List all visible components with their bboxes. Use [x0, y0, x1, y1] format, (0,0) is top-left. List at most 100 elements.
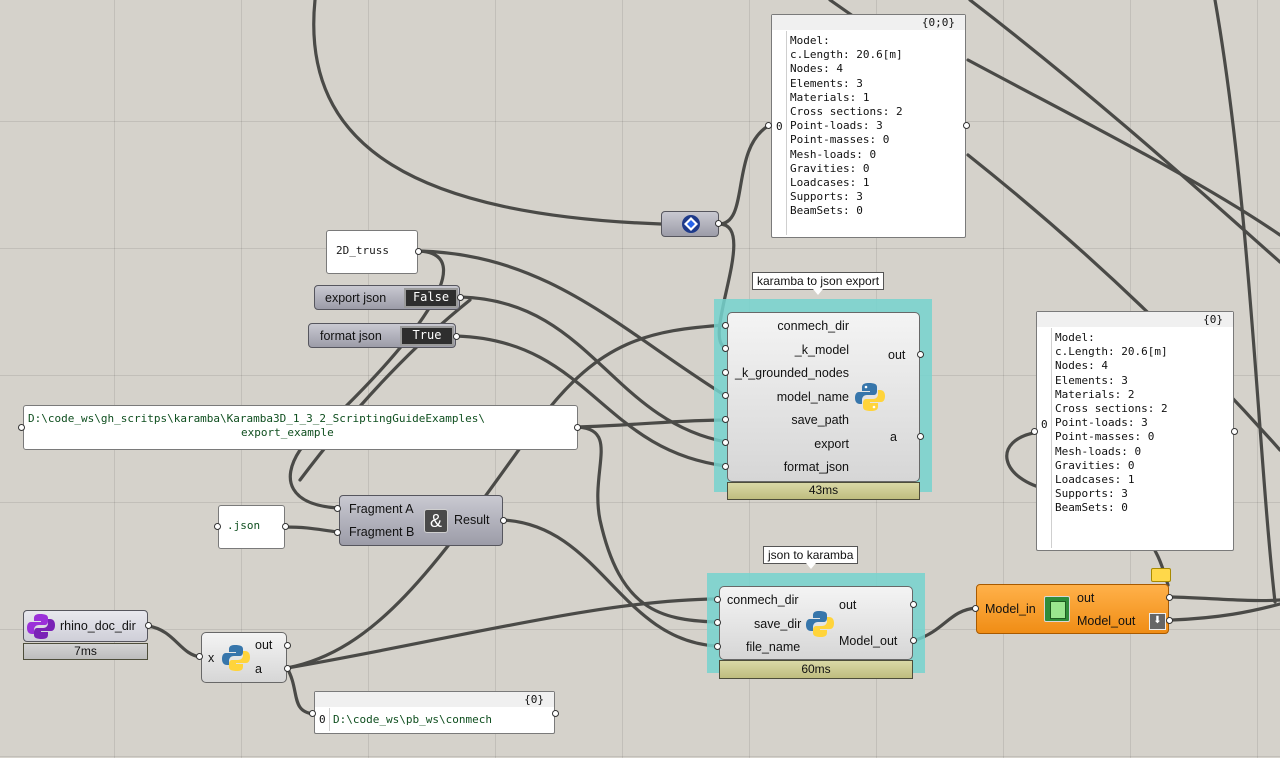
karamba-output-port[interactable]	[715, 220, 722, 227]
disassemble-model-component[interactable]: Model_in out Model_out ⬇	[976, 584, 1169, 634]
save-path-panel[interactable]: D:\code_ws\gh_scritps\karamba\Karamba3D_…	[23, 405, 578, 450]
panel-line: Materials: 2	[1055, 387, 1135, 401]
model-info-panel-right[interactable]: {0} 0 Model: c.Length: 20.6[m] Nodes: 4 …	[1036, 311, 1234, 551]
input-port[interactable]	[334, 505, 341, 512]
output-port[interactable]	[1166, 594, 1173, 601]
panel-line: Mesh-loads: 0	[790, 147, 877, 161]
toggle-value[interactable]: False	[404, 288, 458, 308]
wire	[966, 58, 1280, 237]
output-port[interactable]	[500, 517, 507, 524]
toggle-label: export json	[325, 291, 387, 305]
panel-input-port[interactable]	[214, 523, 221, 530]
panel-output-port[interactable]	[415, 248, 422, 255]
timing-bar: 60ms	[719, 660, 913, 679]
panel-text-line: D:\code_ws\gh_scritps\karamba\Karamba3D_…	[28, 412, 485, 425]
output-port[interactable]	[910, 637, 917, 644]
wire	[914, 606, 978, 642]
panel-text: .json	[227, 519, 261, 532]
input-port[interactable]	[722, 345, 729, 352]
input-model-in: Model_in	[985, 602, 1036, 616]
panel-separator	[329, 708, 330, 731]
input-port[interactable]	[722, 369, 729, 376]
output-model-out: Model_out	[1077, 614, 1136, 628]
json-to-karamba-component[interactable]: conmech_dir save_dir file_name out Model…	[719, 586, 913, 660]
input-x: x	[208, 651, 215, 665]
export-json-toggle[interactable]: export json False	[314, 285, 460, 310]
input-port[interactable]	[722, 416, 729, 423]
output-port[interactable]	[1166, 617, 1173, 624]
input-port[interactable]	[722, 439, 729, 446]
panel-input-port[interactable]	[309, 710, 316, 717]
output-port[interactable]	[284, 642, 291, 649]
panel-input-port[interactable]	[765, 122, 772, 129]
panel-line: Point-loads: 3	[1055, 416, 1148, 430]
toggle-output-port[interactable]	[457, 294, 464, 301]
panel-input-port[interactable]	[18, 424, 25, 431]
wire	[576, 418, 728, 429]
component-tooltip: karamba to json export	[752, 272, 885, 295]
model-info-panel-top[interactable]: {0;0} 0 Model: c.Length: 20.6[m] Nodes: …	[771, 14, 966, 238]
panel-output-port[interactable]	[282, 523, 289, 530]
karamba-model-icon	[1044, 596, 1070, 622]
karamba-json-export-component[interactable]: conmech_dir _k_model _k_grounded_nodes m…	[727, 312, 920, 482]
conmech-dir-panel[interactable]: {0} 0 D:\code_ws\pb_ws\conmech	[314, 691, 555, 734]
wire	[576, 425, 718, 624]
panel-header: {0}	[315, 692, 554, 707]
input-port[interactable]	[722, 392, 729, 399]
input-port[interactable]	[714, 619, 721, 626]
panel-separator	[786, 31, 787, 235]
wire	[283, 525, 340, 534]
input-k-grounded-nodes: _k_grounded_nodes	[735, 366, 849, 380]
panel-input-port[interactable]	[1031, 428, 1038, 435]
wire	[146, 624, 203, 659]
panel-line: c.Length: 20.6[m]	[1055, 345, 1168, 359]
input-export: export	[814, 437, 849, 451]
expand-arrow-icon[interactable]: ⬇	[1149, 613, 1166, 630]
message-balloon-icon[interactable]	[1151, 568, 1171, 582]
panel-output-port[interactable]	[552, 710, 559, 717]
output-port[interactable]	[284, 665, 291, 672]
panel-index: 0	[1041, 418, 1048, 431]
panel-line: Mesh-loads: 0	[1055, 444, 1142, 458]
input-save-path: save_path	[791, 413, 849, 427]
input-port[interactable]	[972, 605, 979, 612]
panel-line: Loadcases: 1	[1055, 473, 1135, 487]
ampersand-icon: &	[424, 509, 448, 533]
panel-output-port[interactable]	[574, 424, 581, 431]
panel-text: 2D_truss	[336, 244, 389, 257]
component-label: rhino_doc_dir	[60, 619, 136, 633]
wire	[1170, 595, 1280, 603]
panel-line: c.Length: 20.6[m]	[790, 48, 903, 62]
output-model-out: Model_out	[839, 634, 898, 648]
wire	[1170, 602, 1280, 622]
panel-line: Supports: 3	[1055, 487, 1128, 501]
input-port[interactable]	[714, 643, 721, 650]
panel-line: Cross sections: 2	[1055, 402, 1168, 416]
panel-line: Elements: 3	[790, 76, 863, 90]
panel-output-port[interactable]	[1231, 428, 1238, 435]
input-port[interactable]	[334, 529, 341, 536]
panel-header: {0;0}	[772, 15, 965, 30]
karamba-model-component[interactable]	[661, 211, 719, 237]
input-port[interactable]	[722, 463, 729, 470]
output-out: out	[888, 348, 906, 362]
extension-panel[interactable]: .json	[218, 505, 285, 549]
input-format-json: format_json	[783, 460, 849, 474]
panel-output-port[interactable]	[963, 122, 970, 129]
output-port[interactable]	[917, 433, 924, 440]
format-json-toggle[interactable]: format json True	[308, 323, 456, 348]
concatenate-component[interactable]: Fragment A Fragment B & Result	[339, 495, 503, 546]
panel-line: Elements: 3	[1055, 373, 1128, 387]
input-port[interactable]	[722, 322, 729, 329]
input-port[interactable]	[714, 596, 721, 603]
python-script-component[interactable]: x out a	[201, 632, 287, 683]
output-port[interactable]	[917, 351, 924, 358]
toggle-output-port[interactable]	[453, 333, 460, 340]
model-name-panel[interactable]: 2D_truss	[326, 230, 418, 274]
toggle-value[interactable]: True	[400, 326, 454, 346]
panel-line: Model:	[1055, 331, 1095, 344]
output-port[interactable]	[145, 622, 152, 629]
output-port[interactable]	[910, 601, 917, 608]
rhino-doc-dir-component[interactable]: rhino_doc_dir	[23, 610, 148, 642]
input-port[interactable]	[196, 653, 203, 660]
